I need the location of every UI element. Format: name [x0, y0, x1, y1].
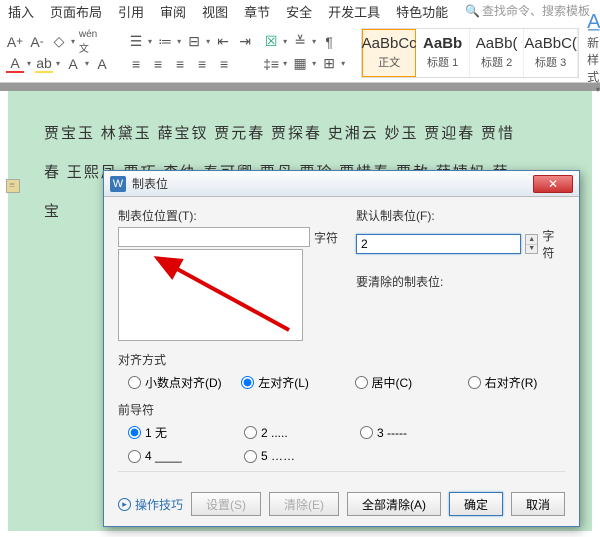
- text-direction-icon[interactable]: ☒: [262, 33, 280, 51]
- set-button[interactable]: 设置(S): [191, 492, 261, 516]
- highlight-icon[interactable]: ab: [35, 55, 53, 73]
- leader-5-radio[interactable]: 5 ……: [244, 449, 344, 463]
- tab-insert[interactable]: 插入: [8, 2, 34, 21]
- cancel-button[interactable]: 取消: [511, 492, 565, 516]
- alignment-label: 对齐方式: [118, 351, 565, 368]
- decrease-font-icon[interactable]: A-: [28, 33, 46, 51]
- tab-security[interactable]: 安全: [286, 2, 312, 21]
- ribbon-toolbar: A+ A- ◇▾ wén文 A▾ ab▾ A▾ A ☰▾ ≔▾ ⊟▾ ⇤ ⇥ ≡…: [0, 23, 600, 83]
- align-distributed-icon[interactable]: ≡: [215, 55, 233, 73]
- line-spacing-icon[interactable]: ‡≡: [262, 55, 280, 73]
- tab-position-label: 制表位位置(T):: [118, 207, 338, 224]
- dialog-titlebar[interactable]: W 制表位 ✕: [104, 171, 579, 197]
- tab-position-input[interactable]: [118, 227, 310, 247]
- increase-font-icon[interactable]: A+: [6, 33, 24, 51]
- ribbon-tabs: 插入 页面布局 引用 审阅 视图 章节 安全 开发工具 特色功能 🔍查找命令、搜…: [0, 0, 600, 23]
- tab-view[interactable]: 视图: [202, 2, 228, 21]
- doc-line: 贾宝玉 林黛玉 薛宝钗 贾元春 贾探春 史湘云 妙玉 贾迎春 贾惜: [44, 115, 556, 154]
- page-marker-icon: ≡: [6, 179, 20, 193]
- clear-button[interactable]: 清除(E): [269, 492, 339, 516]
- multilevel-icon[interactable]: ⊟: [185, 33, 203, 51]
- tab-references[interactable]: 引用: [118, 2, 144, 21]
- search-icon: 🔍: [465, 4, 480, 18]
- clear-format-icon[interactable]: ◇: [50, 33, 68, 51]
- leader-4-radio[interactable]: 4 ____: [128, 449, 228, 463]
- align-center-radio[interactable]: 居中(C): [355, 374, 452, 391]
- ok-button[interactable]: 确定: [449, 492, 503, 516]
- unit-label: 字符: [314, 229, 338, 246]
- tips-link[interactable]: ▸操作技巧: [118, 496, 183, 513]
- numbering-icon[interactable]: ≔: [156, 33, 174, 51]
- phonetic-icon[interactable]: wén文: [79, 33, 97, 51]
- default-tab-input[interactable]: [356, 234, 521, 254]
- show-marks-icon[interactable]: ¶: [320, 33, 338, 51]
- bullets-icon[interactable]: ☰: [127, 33, 145, 51]
- char-border-icon[interactable]: A: [64, 55, 82, 73]
- search-box[interactable]: 🔍查找命令、搜索模板: [465, 2, 590, 19]
- tab-layout[interactable]: 页面布局: [50, 2, 102, 21]
- sort-icon[interactable]: ≚: [291, 33, 309, 51]
- spinner-up-icon[interactable]: ▲: [526, 235, 537, 245]
- tab-chapters[interactable]: 章节: [244, 2, 270, 21]
- tab-features[interactable]: 特色功能: [396, 2, 448, 21]
- new-style-button[interactable]: A̲ᴬ 新样式▾: [587, 11, 600, 94]
- shading-icon[interactable]: ▦: [291, 55, 309, 73]
- align-decimal-radio[interactable]: 小数点对齐(D): [128, 374, 225, 391]
- leader-1-radio[interactable]: 1 无: [128, 424, 228, 441]
- leader-label: 前导符: [118, 401, 565, 418]
- tips-icon: ▸: [118, 498, 131, 511]
- default-tab-label: 默认制表位(F):: [356, 207, 565, 224]
- app-icon: W: [110, 176, 126, 192]
- borders-icon[interactable]: ⊞: [320, 55, 338, 73]
- tabs-dialog: W 制表位 ✕ 制表位位置(T): 字符 默认制表位(F):: [103, 170, 580, 527]
- style-gallery: AaBbCc 正文 AaBb 标题 1 AaBb( 标题 2 AaBbC( 标题…: [361, 28, 579, 78]
- align-left-icon[interactable]: ≡: [127, 55, 145, 73]
- increase-indent-icon[interactable]: ⇥: [236, 33, 254, 51]
- style-normal[interactable]: AaBbCc 正文: [362, 29, 416, 77]
- spinner-down-icon[interactable]: ▼: [526, 245, 537, 254]
- align-right-icon[interactable]: ≡: [171, 55, 189, 73]
- tab-positions-listbox[interactable]: [118, 249, 303, 341]
- font-color-icon[interactable]: A: [6, 55, 24, 73]
- align-left-radio[interactable]: 左对齐(L): [241, 374, 338, 391]
- unit-label: 字符: [542, 227, 565, 261]
- align-center-icon[interactable]: ≡: [149, 55, 167, 73]
- clear-all-button[interactable]: 全部清除(A): [347, 492, 441, 516]
- leader-3-radio[interactable]: 3 -----: [360, 424, 460, 441]
- style-heading1[interactable]: AaBb 标题 1: [416, 29, 470, 77]
- dialog-title: 制表位: [132, 175, 533, 192]
- align-justify-icon[interactable]: ≡: [193, 55, 211, 73]
- style-heading2[interactable]: AaBb( 标题 2: [470, 29, 524, 77]
- style-heading3[interactable]: AaBbC( 标题 3: [524, 29, 578, 77]
- default-tab-spinner[interactable]: ▲▼: [525, 234, 538, 254]
- decrease-indent-icon[interactable]: ⇤: [214, 33, 232, 51]
- tab-devtools[interactable]: 开发工具: [328, 2, 380, 21]
- tab-review[interactable]: 审阅: [160, 2, 186, 21]
- clear-tabs-label: 要清除的制表位:: [356, 273, 565, 290]
- align-right-radio[interactable]: 右对齐(R): [468, 374, 565, 391]
- char-shading-icon[interactable]: A: [93, 55, 111, 73]
- leader-2-radio[interactable]: 2 .....: [244, 424, 344, 441]
- close-button[interactable]: ✕: [533, 175, 573, 193]
